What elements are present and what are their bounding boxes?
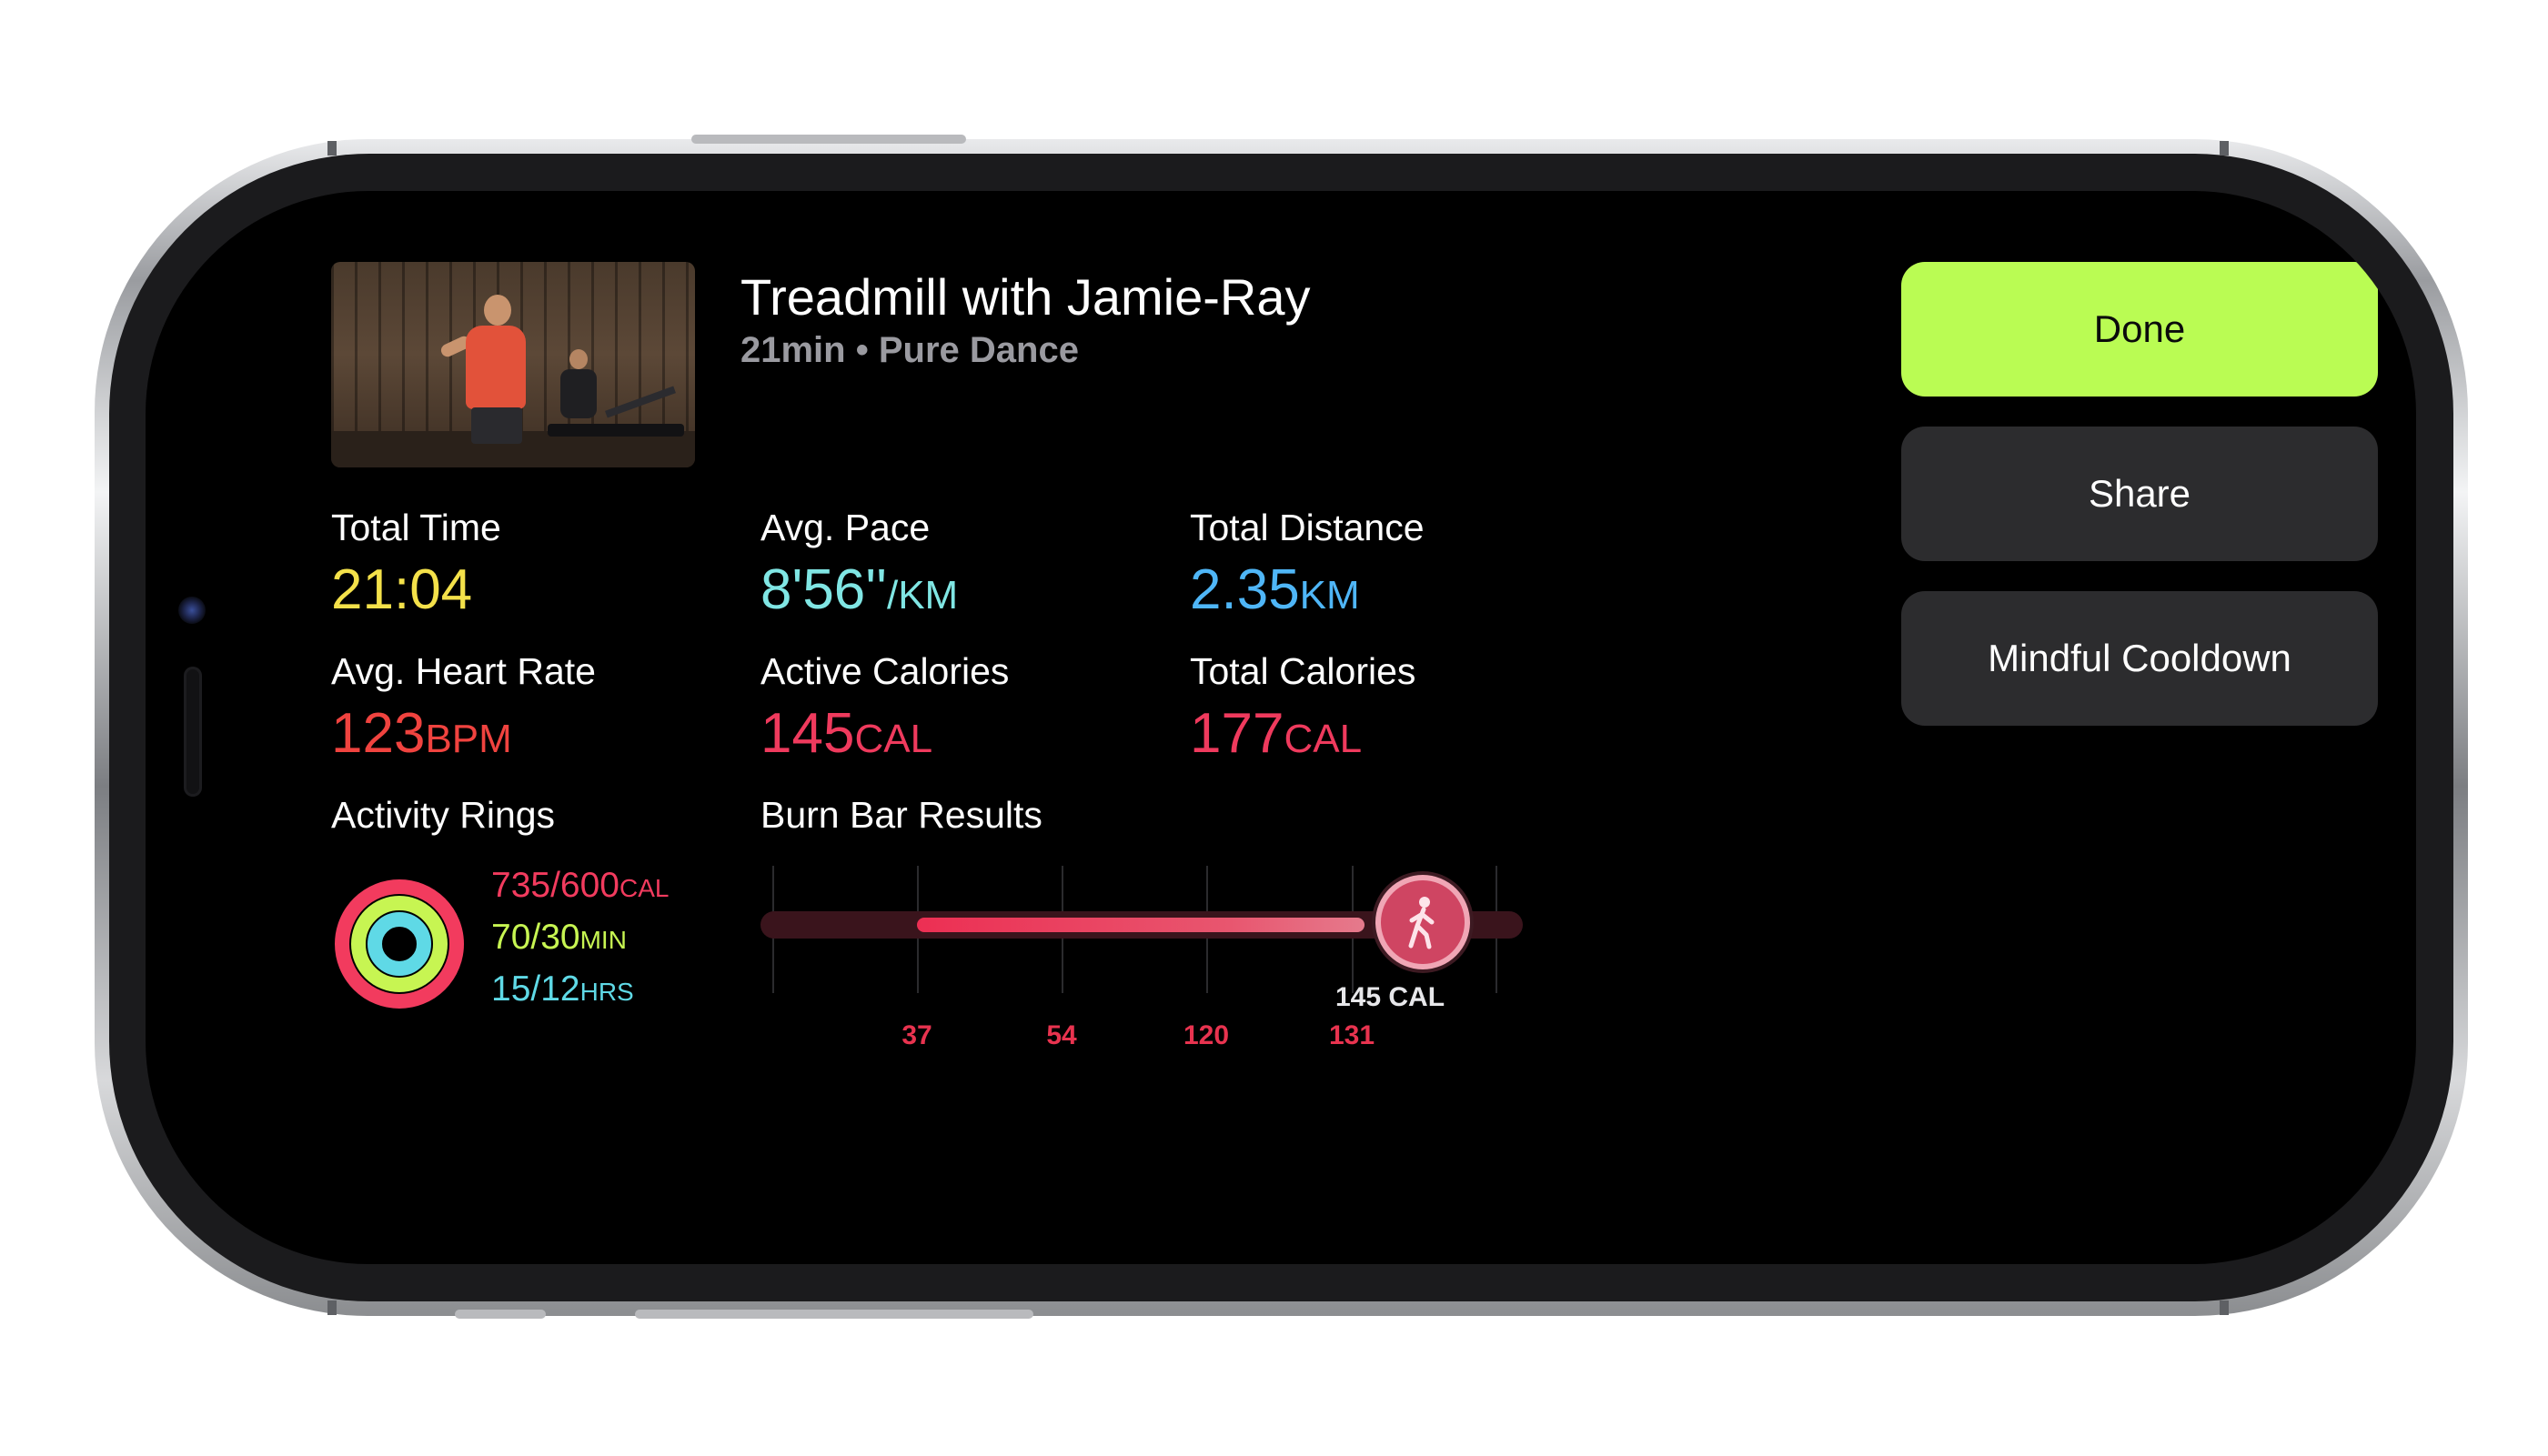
antenna-line: [2220, 141, 2229, 156]
avg-heart-rate-unit: BPM: [425, 717, 512, 761]
avg-pace-unit: /KM: [886, 573, 959, 618]
activity-rings-icon: [335, 879, 464, 1009]
avg-pace-label: Avg. Pace: [760, 507, 931, 548]
stand-stat: 15/12HRS: [491, 971, 634, 1007]
active-calories-unit: CAL: [854, 717, 933, 761]
total-calories-number: 177: [1190, 702, 1284, 765]
stand-stat-value: 15/12: [491, 969, 580, 1009]
exercise-stat: 70/30MIN: [491, 919, 627, 955]
mindful-cooldown-button[interactable]: Mindful Cooldown: [1901, 591, 2378, 726]
burn-bar-axis-label: 37: [901, 1020, 932, 1050]
active-calories-label: Active Calories: [760, 650, 1010, 692]
move-stat: 735/600CAL: [491, 868, 669, 903]
total-distance-value: 2.35KM: [1190, 562, 1360, 618]
move-stat-value: 735/600: [491, 866, 619, 905]
workout-thumbnail: [331, 262, 695, 467]
active-calories-number: 145: [760, 702, 855, 765]
burn-bar-marker: [1375, 875, 1470, 969]
done-button[interactable]: Done: [1901, 262, 2378, 397]
burn-bar-axis-label: 54: [1046, 1020, 1077, 1050]
volume-down-button: [851, 1310, 1033, 1319]
total-distance-unit: KM: [1299, 573, 1360, 618]
avg-heart-rate-label: Avg. Heart Rate: [331, 650, 596, 692]
burn-bar-label: Burn Bar Results: [760, 794, 1042, 836]
front-camera: [178, 597, 206, 624]
antenna-line: [327, 1300, 337, 1315]
avg-heart-rate-value: 123BPM: [331, 706, 512, 762]
workout-title: Treadmill with Jamie-Ray: [740, 268, 1311, 326]
avg-pace-value: 8'56''/KM: [760, 562, 958, 618]
mute-switch: [455, 1310, 546, 1319]
earpiece-speaker: [184, 667, 202, 797]
exercise-stat-unit: MIN: [579, 926, 627, 954]
exercise-stat-value: 70/30: [491, 918, 580, 957]
antenna-line: [2220, 1300, 2229, 1315]
burn-bar-axis-label: 120: [1183, 1020, 1230, 1050]
burn-bar-fill: [917, 918, 1365, 932]
total-time-number: 21:04: [331, 558, 473, 621]
avg-heart-rate-number: 123: [331, 702, 426, 765]
total-calories-unit: CAL: [1284, 717, 1363, 761]
total-calories-label: Total Calories: [1190, 650, 1416, 692]
avg-pace-number: 8'56'': [760, 558, 887, 621]
total-time-label: Total Time: [331, 507, 501, 548]
total-distance-number: 2.35: [1190, 558, 1300, 621]
workout-subtitle: 21min • Pure Dance: [740, 330, 1079, 370]
volume-up-button: [635, 1310, 862, 1319]
screen: Treadmill with Jamie-Ray 21min • Pure Da…: [146, 191, 2416, 1264]
total-distance-label: Total Distance: [1190, 507, 1425, 548]
power-button: [691, 135, 966, 144]
burn-bar-value: 145 CAL: [1335, 982, 1445, 1012]
share-button[interactable]: Share: [1901, 427, 2378, 561]
total-calories-value: 177CAL: [1190, 706, 1362, 762]
walking-figure-icon: [1408, 897, 1435, 949]
stand-stat-unit: HRS: [579, 978, 634, 1006]
total-time-value: 21:04: [331, 562, 472, 618]
stand-ring: [368, 912, 431, 976]
antenna-line: [327, 141, 337, 156]
activity-rings-label: Activity Rings: [331, 794, 556, 836]
burn-bar-axis-label: 131: [1328, 1020, 1375, 1050]
active-calories-value: 145CAL: [760, 706, 932, 762]
move-stat-unit: CAL: [619, 874, 670, 902]
